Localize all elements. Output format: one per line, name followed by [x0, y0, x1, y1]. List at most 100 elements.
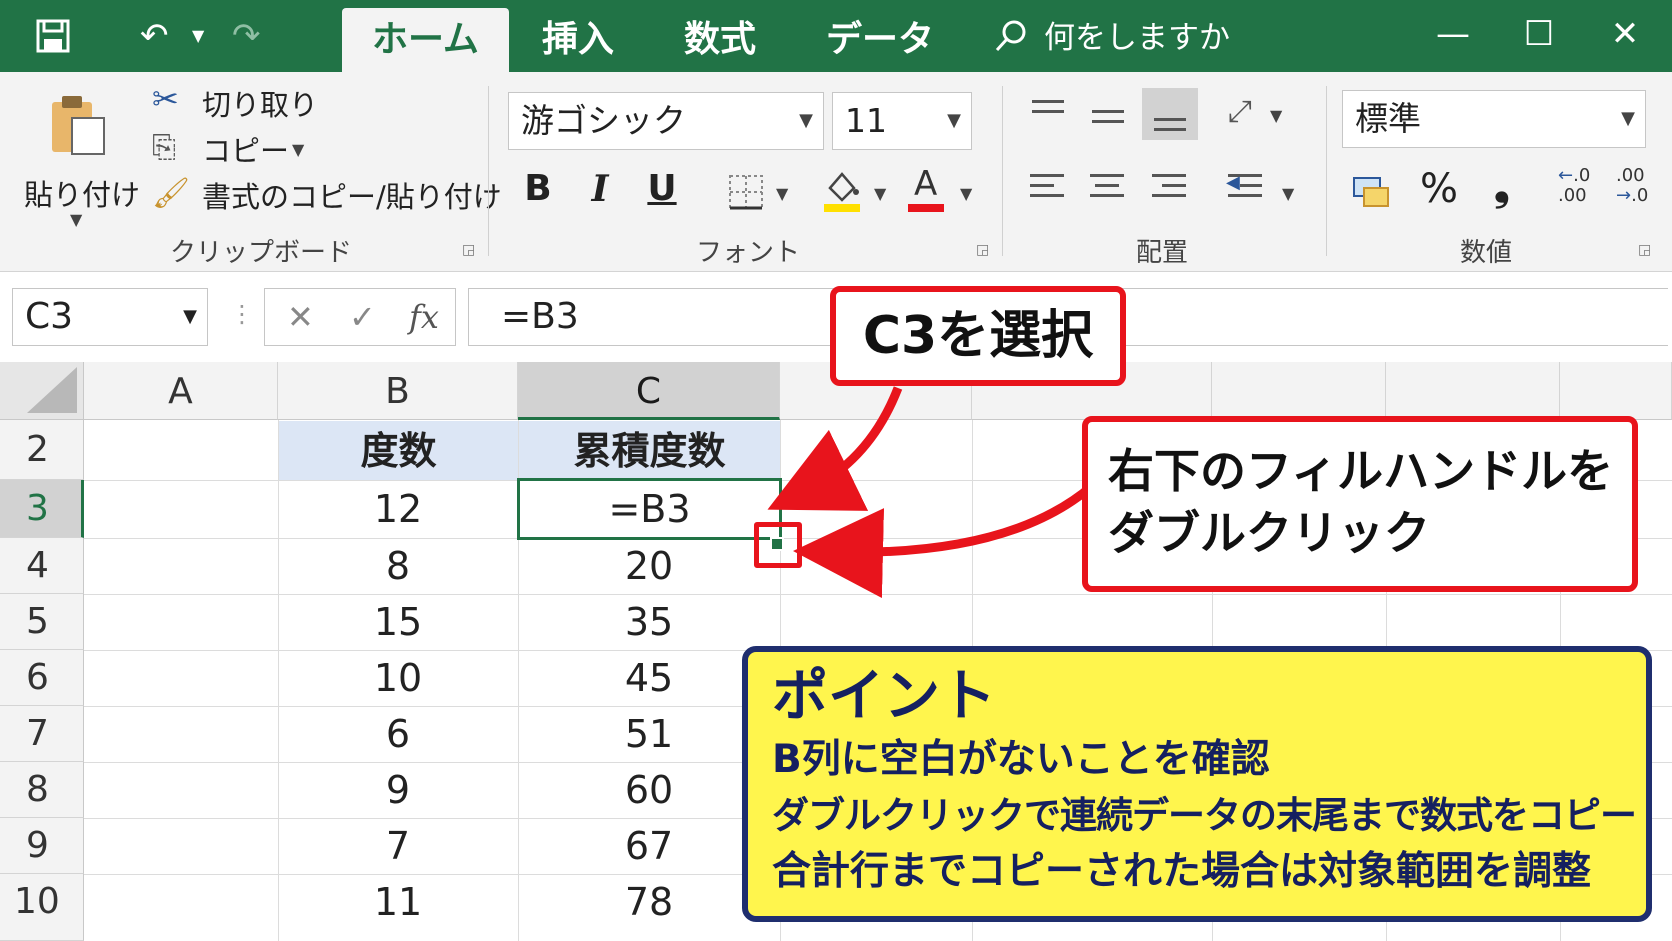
cell-c5[interactable]: 35 [518, 594, 780, 650]
paste-dropdown-icon[interactable]: ▼ [70, 210, 82, 229]
column-header-g[interactable] [1386, 362, 1560, 420]
row-header-10[interactable]: 10 [0, 874, 84, 941]
save-icon[interactable] [36, 0, 70, 78]
clipboard-launcher-icon[interactable]: ◲ [462, 242, 475, 258]
cell-b9[interactable]: 7 [278, 818, 518, 874]
cell-c4[interactable]: 20 [518, 538, 780, 594]
align-right-icon[interactable] [1150, 170, 1190, 210]
name-box[interactable]: C3 ▼ [12, 288, 208, 346]
tab-insert[interactable]: 挿入 [512, 8, 644, 72]
undo-dropdown-icon[interactable]: ▼ [192, 0, 204, 72]
select-all-button[interactable] [0, 362, 84, 420]
tab-home[interactable]: ホーム [342, 8, 509, 72]
copy-button[interactable]: コピー [202, 128, 289, 170]
bold-button[interactable]: B [516, 168, 560, 209]
minimize-icon[interactable]: — [1418, 0, 1488, 72]
tab-formulas[interactable]: 数式 [654, 8, 786, 72]
fill-color-dropdown-icon[interactable]: ▼ [874, 184, 886, 203]
cell-c9[interactable]: 67 [518, 818, 780, 874]
column-header-f[interactable] [1212, 362, 1386, 420]
undo-icon[interactable]: ↶ [140, 0, 169, 72]
row-header-3[interactable]: 3 [0, 480, 84, 538]
copy-dropdown-icon[interactable]: ▼ [292, 140, 304, 159]
cell-b8[interactable]: 9 [278, 762, 518, 818]
percent-button[interactable]: % [1420, 166, 1458, 212]
maximize-icon[interactable]: ☐ [1504, 0, 1574, 72]
cell-c7[interactable]: 51 [518, 706, 780, 762]
row-header-7[interactable]: 7 [0, 706, 84, 762]
align-middle-icon[interactable] [1088, 96, 1128, 136]
font-color-icon[interactable]: A [906, 164, 946, 214]
cell-b6[interactable]: 10 [278, 650, 518, 706]
align-left-icon[interactable] [1028, 170, 1068, 210]
indent-dropdown-icon[interactable]: ▼ [1282, 184, 1294, 203]
font-color-dropdown-icon[interactable]: ▼ [960, 184, 972, 203]
row-header-2[interactable]: 2 [0, 420, 84, 480]
row-header-6[interactable]: 6 [0, 650, 84, 706]
tab-data[interactable]: データ [796, 8, 964, 72]
cell-c8[interactable]: 60 [518, 762, 780, 818]
search-icon[interactable] [994, 0, 1028, 78]
column-header-b[interactable]: B [278, 362, 518, 420]
underline-button[interactable]: U [640, 168, 684, 209]
fill-color-icon[interactable] [822, 168, 862, 216]
paste-button[interactable]: 貼り付け ▼ [22, 86, 140, 229]
column-header-h[interactable] [1560, 362, 1672, 420]
cell-b3[interactable]: 12 [278, 480, 518, 538]
align-bottom-icon[interactable] [1142, 88, 1198, 140]
row-header-5[interactable]: 5 [0, 594, 84, 650]
orientation-dropdown-icon[interactable]: ▼ [1270, 106, 1282, 125]
cell-b5[interactable]: 15 [278, 594, 518, 650]
group-divider [1326, 86, 1327, 256]
accounting-format-icon[interactable] [1352, 174, 1390, 214]
align-top-icon[interactable] [1028, 96, 1068, 136]
number-format-select[interactable]: 標準 ▼ [1342, 90, 1646, 148]
cell-b7[interactable]: 6 [278, 706, 518, 762]
paste-icon [48, 92, 106, 160]
cell-b2[interactable]: 度数 [279, 421, 518, 480]
cut-icon[interactable]: ✂ [152, 80, 179, 118]
close-icon[interactable]: ✕ [1590, 0, 1660, 72]
chevron-down-icon: ▼ [1621, 108, 1635, 129]
clipboard-group-label: クリップボード [170, 238, 353, 268]
callout-fill-line2: ダブルクリック [1108, 506, 1430, 560]
decrease-decimal-icon[interactable]: .00 →.0 [1616, 166, 1656, 214]
ribbon: 貼り付け ▼ ✂ 切り取り ⎘ コピー ▼ 🖌 書式のコピー/貼り付け クリップ… [0, 72, 1672, 272]
cell-c6[interactable]: 45 [518, 650, 780, 706]
italic-button[interactable]: I [578, 168, 622, 210]
cell-c10[interactable]: 78 [518, 874, 780, 930]
redo-icon[interactable]: ↷ [232, 0, 261, 72]
cell-c3-active[interactable]: =B3 [517, 478, 782, 540]
align-center-icon[interactable] [1088, 170, 1128, 210]
font-size-select[interactable]: 11 ▼ [832, 92, 972, 150]
row-header-8[interactable]: 8 [0, 762, 84, 818]
insert-function-icon[interactable]: fx [409, 289, 439, 345]
formula-bar-grip-icon[interactable]: ⋮ [230, 300, 254, 328]
cell-c2[interactable]: 累積度数 [519, 421, 780, 480]
cell-b4[interactable]: 8 [278, 538, 518, 594]
increase-decimal-icon[interactable]: ←.0.00 [1558, 166, 1598, 214]
column-header-a[interactable]: A [84, 362, 278, 420]
callout-fill-line1: 右下のフィルハンドルを [1108, 444, 1614, 498]
borders-icon[interactable] [728, 174, 764, 214]
format-painter-icon[interactable]: 🖌 [152, 176, 190, 211]
row-header-4[interactable]: 4 [0, 538, 84, 594]
orientation-icon[interactable]: ⤢ [1228, 94, 1252, 129]
decrease-indent-icon[interactable]: ◀ [1226, 170, 1266, 210]
format-painter-button[interactable]: 書式のコピー/貼り付け [202, 174, 502, 216]
fill-handle[interactable] [770, 537, 784, 551]
enter-icon[interactable]: ✓ [349, 289, 376, 345]
cancel-icon[interactable]: ✕ [287, 289, 314, 345]
column-header-c[interactable]: C [518, 362, 780, 420]
font-group-label: フォント [696, 238, 801, 268]
cut-button[interactable]: 切り取り [202, 82, 318, 124]
copy-icon[interactable]: ⎘ [152, 130, 176, 165]
number-launcher-icon[interactable]: ◲ [1638, 242, 1651, 258]
comma-style-button[interactable]: ❟ [1494, 164, 1510, 210]
tell-me-input[interactable]: 何をしますか [1044, 0, 1230, 72]
font-launcher-icon[interactable]: ◲ [976, 242, 989, 258]
row-header-9[interactable]: 9 [0, 818, 84, 874]
cell-b10[interactable]: 11 [278, 874, 518, 930]
font-family-select[interactable]: 游ゴシック ▼ [508, 92, 824, 150]
borders-dropdown-icon[interactable]: ▼ [776, 184, 788, 203]
